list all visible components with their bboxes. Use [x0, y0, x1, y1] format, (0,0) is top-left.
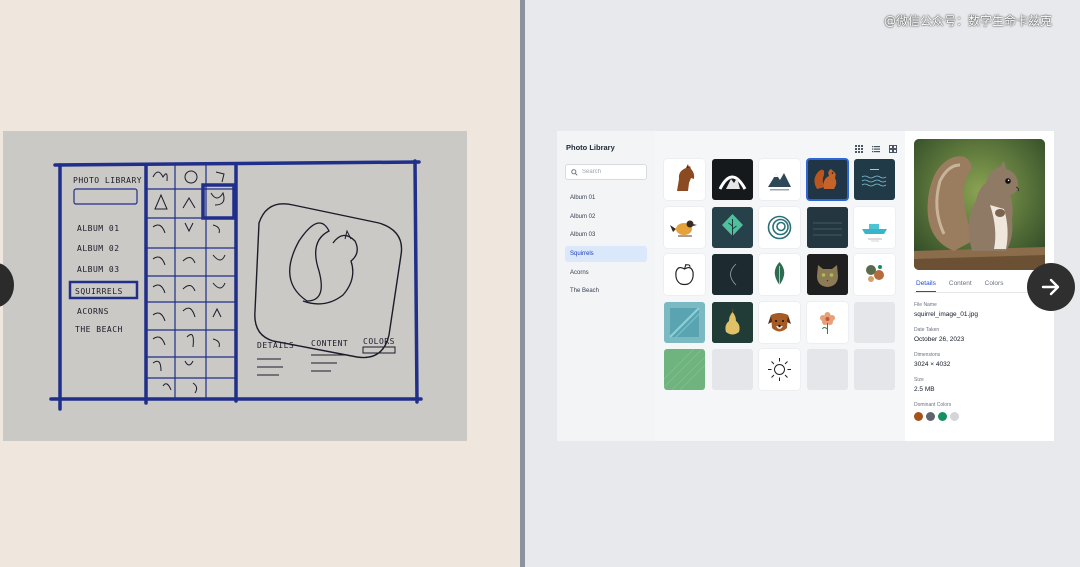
thumbnail-spiral[interactable] — [759, 206, 800, 248]
wireframe-sketch: PHOTO LIBRARY ALBUM 01 ALBUM 02 ALBUM 03… — [3, 131, 467, 441]
thumbnail-abstract-shapes[interactable] — [854, 254, 895, 295]
sidebar-item-label: The Beach — [570, 288, 600, 295]
date-taken-field: Date Taken October 26, 2023 — [914, 327, 1045, 343]
svg-text:PHOTO LIBRARY: PHOTO LIBRARY — [73, 176, 142, 185]
thumbnail-green-texture[interactable] — [664, 349, 705, 390]
svg-text:ALBUM 02: ALBUM 02 — [77, 244, 120, 253]
svg-text:DETAILS: DETAILS — [257, 341, 294, 350]
arrow-right-icon — [1041, 278, 1060, 296]
list-icon[interactable] — [872, 140, 880, 153]
sidebar-item-album-03[interactable]: Album 03 — [565, 227, 647, 243]
sidebar-item-label: Album 02 — [570, 213, 596, 220]
thumbnail-placeholder[interactable] — [711, 349, 753, 390]
sidebar-item-label: Album 03 — [570, 232, 596, 239]
thumbnail-boat[interactable] — [854, 206, 895, 248]
sidebar-item-squirrels[interactable]: Squirrels — [565, 246, 647, 263]
date-taken-label: Date Taken — [914, 327, 940, 333]
thumbnail-mountain-arch[interactable] — [711, 159, 753, 200]
next-button[interactable] — [1027, 263, 1075, 311]
sidebar-item-the-beach[interactable]: The Beach — [565, 283, 647, 299]
sidebar-item-label: Squirrels — [570, 251, 594, 258]
wireframe-sketch-photo: PHOTO LIBRARY ALBUM 01 ALBUM 02 ALBUM 03… — [3, 131, 467, 441]
svg-text:SQUIRRELS: SQUIRRELS — [75, 287, 123, 296]
thumbnail-apple[interactable] — [664, 254, 705, 295]
comparison-stage: PHOTO LIBRARY ALBUM 01 ALBUM 02 ALBUM 03… — [0, 0, 1080, 567]
svg-text:COLORS: COLORS — [363, 337, 395, 346]
photo-library-app: Photo Library Album 01 Album 02 Album 03… — [557, 131, 1054, 441]
grid-small-icon[interactable] — [855, 140, 863, 153]
dimensions-value: 3024 × 4032 — [914, 361, 951, 368]
thumbnail-pear[interactable] — [711, 301, 753, 343]
thumbnail-squirrel[interactable] — [805, 158, 849, 201]
sketch-panel: PHOTO LIBRARY ALBUM 01 ALBUM 02 ALBUM 03… — [0, 0, 520, 567]
dimensions-label: Dimensions — [914, 352, 941, 358]
color-swatch[interactable] — [938, 412, 947, 421]
dominant-colors-label: Dominant Colors — [914, 402, 952, 408]
thumbnail-placeholder[interactable] — [806, 349, 848, 390]
thumbnail-grid — [664, 158, 895, 390]
search-box[interactable] — [565, 164, 647, 180]
search-input[interactable] — [582, 169, 642, 175]
thumbnail-sun[interactable] — [759, 349, 800, 390]
sidebar-item-label: Acorns — [570, 269, 589, 276]
size-field: Size 2.5 MB — [914, 377, 1045, 393]
app-title: Photo Library — [566, 143, 615, 152]
date-taken-value: October 26, 2023 — [914, 336, 965, 343]
view-toggles — [855, 140, 897, 153]
thumbnail-placeholder[interactable] — [854, 349, 895, 390]
thumbnail-flower[interactable] — [806, 301, 848, 343]
svg-text:CONTENT: CONTENT — [311, 339, 348, 348]
watermark-text: @微信公众号：数字生命卡兹克 — [884, 14, 1053, 28]
thumbnail-placeholder[interactable] — [854, 301, 895, 343]
tab-content[interactable]: Content — [949, 280, 972, 292]
thumbnail-leaf[interactable] — [759, 254, 800, 295]
thumbnail-horse[interactable] — [664, 159, 705, 200]
sidebar-item-label: Album 01 — [570, 195, 596, 201]
file-name-value: squirrel_image_01.jpg — [914, 311, 978, 318]
thumbnail-tree[interactable] — [711, 206, 753, 248]
sidebar-item-album-02[interactable]: Album 02 — [565, 209, 647, 225]
thumbnail-water-block[interactable] — [806, 206, 848, 248]
color-swatches — [914, 412, 1045, 421]
color-swatch[interactable] — [914, 412, 923, 421]
squirrel-preview-image — [914, 139, 1045, 270]
thumbnail-cat[interactable] — [806, 254, 848, 295]
thumbnail-bird[interactable] — [664, 206, 705, 248]
dominant-colors-field: Dominant Colors — [914, 402, 1045, 421]
thumbnail-dog[interactable] — [759, 301, 800, 343]
photo-grid-area — [655, 131, 905, 441]
svg-text:ALBUM 03: ALBUM 03 — [77, 265, 120, 274]
file-name-field: File Name squirrel_image_01.jpg — [914, 302, 1045, 318]
thumbnail-moon[interactable] — [711, 254, 753, 295]
tab-colors[interactable]: Colors — [985, 280, 1004, 292]
thumbnail-teal-texture[interactable] — [664, 301, 705, 343]
album-list: Album 01 Album 02 Album 03 Squirrels Aco… — [565, 190, 647, 299]
details-tabs: Details Content Colors — [914, 280, 1045, 293]
tab-details[interactable]: Details — [916, 280, 936, 292]
svg-text:ACORNS: ACORNS — [77, 307, 109, 316]
svg-text:ALBUM 01: ALBUM 01 — [77, 224, 120, 233]
sidebar-item-acorns[interactable]: Acorns — [565, 265, 647, 281]
grid-large-icon[interactable] — [889, 140, 897, 153]
sidebar: Photo Library Album 01 Album 02 Album 03… — [557, 131, 655, 441]
color-swatch[interactable] — [950, 412, 959, 421]
thumbnail-mountains[interactable] — [759, 159, 800, 200]
search-icon — [571, 168, 578, 176]
thumbnail-waves[interactable] — [854, 159, 895, 200]
color-swatch[interactable] — [926, 412, 935, 421]
size-label: Size — [914, 377, 924, 383]
dimensions-field: Dimensions 3024 × 4032 — [914, 352, 1045, 368]
sidebar-item-album-01[interactable]: Album 01 — [565, 190, 647, 206]
file-name-label: File Name — [914, 302, 937, 308]
size-value: 2.5 MB — [914, 386, 935, 393]
svg-text:THE BEACH: THE BEACH — [75, 325, 123, 334]
